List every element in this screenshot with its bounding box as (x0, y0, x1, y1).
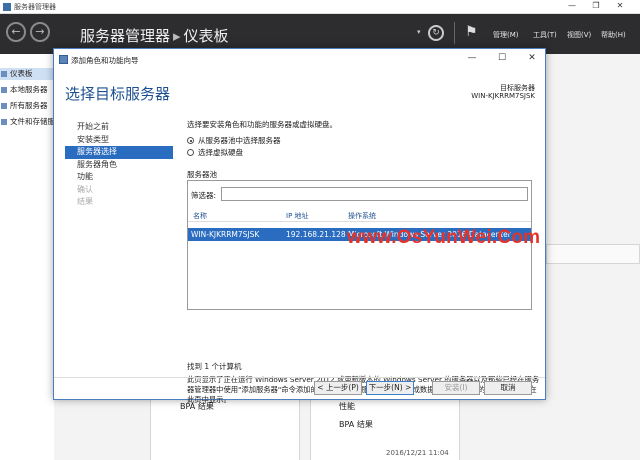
sidebar-item-label: 所有服务器 (10, 101, 48, 110)
chevron-down-icon[interactable]: ▾ (417, 28, 421, 36)
restore-icon[interactable]: ❐ (590, 1, 602, 12)
storage-icon (1, 119, 7, 125)
header-divider (188, 221, 531, 222)
refresh-icon[interactable]: ↻ (428, 25, 444, 41)
notifications-flag-icon[interactable]: ⚑ (465, 24, 478, 40)
button-bar-divider (54, 377, 545, 378)
option-virtual-disk[interactable]: 选择虚拟硬盘 (187, 147, 243, 158)
forward-icon[interactable]: → (30, 22, 50, 42)
radio-selected-icon[interactable] (187, 137, 194, 144)
tile-edge (546, 244, 640, 264)
step-results: 结果 (77, 197, 93, 206)
wizard-steps: 开始之前 安装类型 服务器选择 服务器角色 功能 确认 结果 (65, 121, 173, 209)
tile-right-bpa: BPA 结果 (339, 420, 373, 429)
step-server-selection[interactable]: 服务器选择 (65, 146, 173, 159)
step-installation-type[interactable]: 安装类型 (65, 134, 173, 147)
sidebar: 仪表板 本地服务器 所有服务器 文件和存储服务 (0, 66, 54, 460)
cell-ip: 192.168.21.128 (286, 230, 346, 239)
wizard-icon (59, 55, 68, 64)
timestamp: 2016/12/21 11:04 (386, 449, 449, 457)
add-roles-wizard-dialog: 添加角色和功能向导 — ☐ ✕ 选择目标服务器 目标服务器 WIN-KJKRRM… (53, 48, 546, 404)
instruction-text: 选择要安装角色和功能的服务器或虚拟硬盘。 (187, 120, 337, 129)
next-button[interactable]: 下一步(N) > (366, 381, 414, 395)
dialog-title: 添加角色和功能向导 (71, 56, 139, 65)
dialog-minimize-icon[interactable]: — (465, 53, 479, 67)
header-divider (454, 22, 455, 44)
server-pool-label: 服务器池 (187, 170, 217, 179)
column-header-name[interactable]: 名称 (193, 211, 207, 221)
found-count: 找到 1 个计算机 (187, 362, 242, 371)
step-before-you-begin[interactable]: 开始之前 (65, 121, 173, 134)
breadcrumb: 服务器管理器 ▸ 仪表板 (80, 25, 229, 46)
page-title: 仪表板 (183, 27, 229, 45)
window-titlebar: 服务器管理器 — ❐ ✕ (0, 0, 640, 14)
sidebar-item-label: 本地服务器 (10, 85, 48, 94)
close-icon[interactable]: ✕ (614, 1, 626, 12)
step-server-roles[interactable]: 服务器角色 (65, 159, 173, 172)
column-header-ip[interactable]: IP 地址 (286, 211, 309, 221)
servers-icon (1, 103, 7, 109)
dashboard-icon (1, 71, 7, 77)
button-bar: < 上一步(P) 下一步(N) > 安装(I) 取消 (54, 377, 545, 399)
step-features[interactable]: 功能 (65, 171, 173, 184)
server-icon (1, 87, 7, 93)
window-title: 服务器管理器 (14, 3, 56, 11)
cancel-button[interactable]: 取消 (484, 381, 532, 395)
menu-tools[interactable]: 工具(T) (533, 30, 557, 40)
filter-label: 筛选器: (191, 191, 217, 200)
step-confirmation: 确认 (77, 184, 93, 194)
menu-help[interactable]: 帮助(H) (601, 30, 626, 40)
menu-view[interactable]: 视图(V) (567, 30, 591, 40)
breadcrumb-separator-icon: ▸ (173, 27, 181, 45)
sidebar-item-local-server[interactable]: 本地服务器 (0, 84, 54, 96)
back-icon[interactable]: ← (6, 22, 26, 42)
server-manager-icon (3, 3, 11, 11)
cell-name: WIN-KJKRRM7SJSK (191, 230, 260, 239)
target-server-value: WIN-KJKRRM7SJSK (471, 92, 535, 100)
menu-manage[interactable]: 管理(M) (493, 30, 519, 40)
install-button: 安装(I) (432, 381, 480, 395)
dialog-close-icon[interactable]: ✕ (525, 53, 539, 67)
dialog-titlebar: 添加角色和功能向导 — ☐ ✕ (54, 49, 545, 71)
sidebar-item-dashboard[interactable]: 仪表板 (0, 68, 54, 80)
column-header-os[interactable]: 操作系统 (348, 211, 376, 221)
watermark-text: www.OsYunWei.Com (347, 227, 541, 248)
dialog-maximize-icon[interactable]: ☐ (495, 53, 509, 67)
minimize-icon[interactable]: — (566, 1, 578, 12)
option-server-pool[interactable]: 从服务器池中选择服务器 (187, 135, 281, 146)
sidebar-item-label: 文件和存储服务 (10, 117, 54, 126)
dialog-heading: 选择目标服务器 (65, 85, 171, 103)
radio-unselected-icon[interactable] (187, 149, 194, 156)
breadcrumb-root[interactable]: 服务器管理器 (80, 27, 170, 45)
filter-input[interactable] (221, 187, 528, 201)
sidebar-item-file-storage[interactable]: 文件和存储服务 (0, 116, 54, 128)
option-label: 选择虚拟硬盘 (198, 148, 243, 157)
sidebar-item-all-servers[interactable]: 所有服务器 (0, 100, 54, 112)
previous-button[interactable]: < 上一步(P) (314, 381, 362, 395)
option-label: 从服务器池中选择服务器 (198, 136, 281, 145)
sidebar-item-label: 仪表板 (10, 69, 33, 78)
